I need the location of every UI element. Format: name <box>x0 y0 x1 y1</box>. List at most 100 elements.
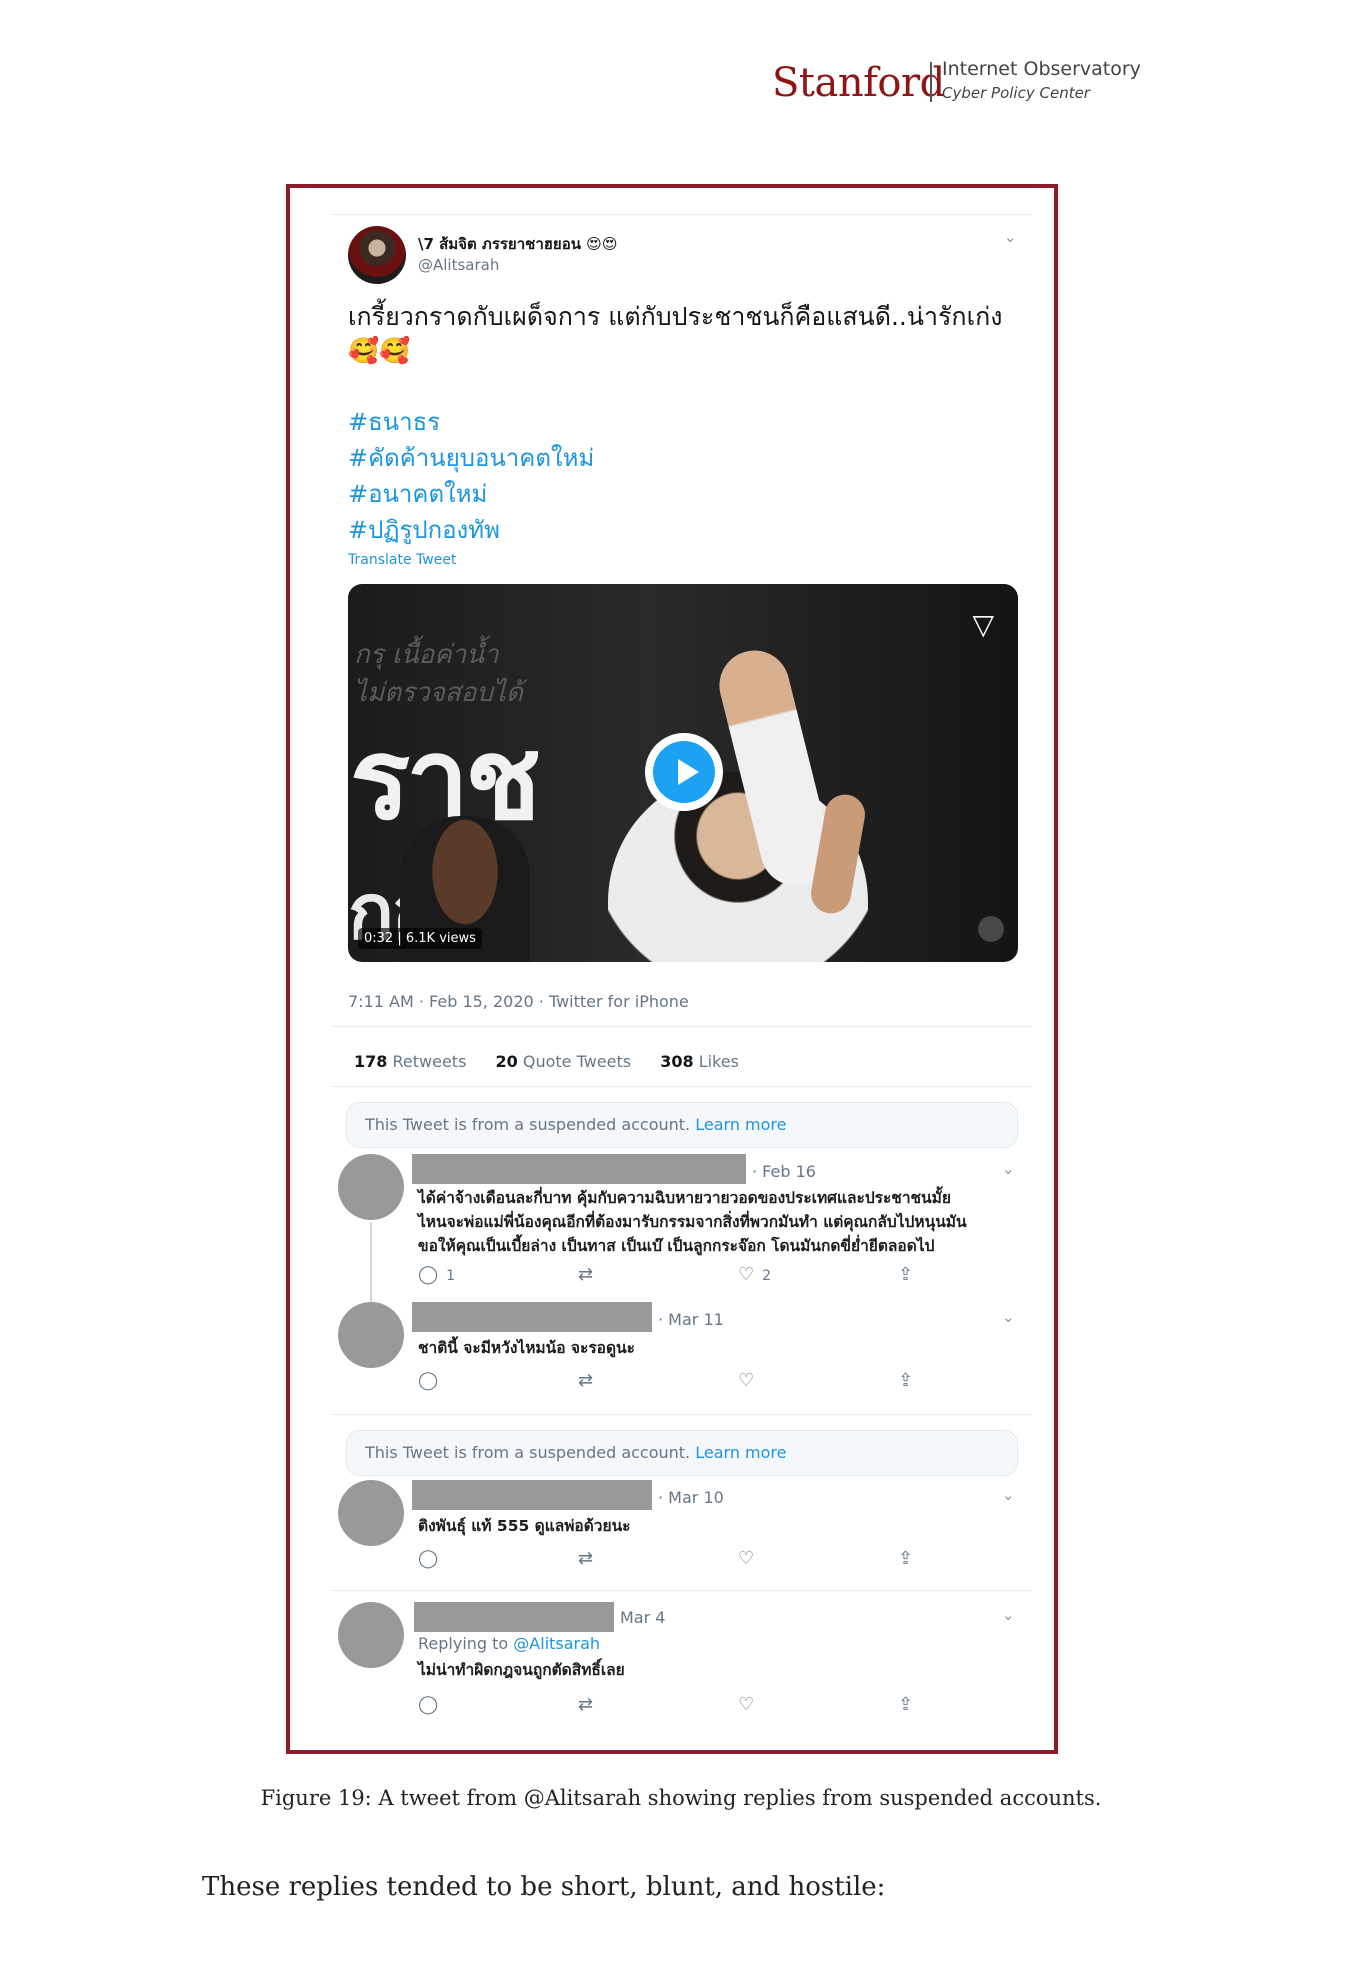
retweet-icon: ⇄ <box>578 1370 594 1391</box>
reply-icon: ◯ <box>418 1548 439 1569</box>
figure-frame: \7 ส้มจิต ภรรยาชาฮยอน 😍😍 @Alitsarah ⌄ เก… <box>286 184 1058 1754</box>
video-player[interactable]: กรุ เนื้อค่าน้ำ ไม่ตรวจสอบได้ ราช กอ พ ▽… <box>348 584 1018 962</box>
suspended-text: This Tweet is from a suspended account. <box>365 1115 691 1134</box>
avatar[interactable] <box>338 1480 404 1546</box>
video-views: 6.1K views <box>405 931 476 946</box>
tweet-screenshot: \7 ส้มจิต ภรรยาชาฮยอน 😍😍 @Alitsarah ⌄ เก… <box>332 188 1032 1748</box>
share-action[interactable]: ⇪ <box>898 1264 913 1285</box>
like-action[interactable]: ♡ <box>738 1370 754 1391</box>
hashtag-link[interactable]: #อนาคตใหม่ <box>348 476 594 512</box>
avatar[interactable] <box>338 1602 404 1668</box>
retweet-icon: ⇄ <box>578 1548 594 1569</box>
heart-icon: ♡ <box>738 1694 755 1715</box>
hashtag-link[interactable]: #คัดค้านยุบอนาคตใหม่ <box>348 440 594 476</box>
suspended-account-notice: This Tweet is from a suspended account. … <box>346 1102 1018 1148</box>
heart-icon: ♡ <box>738 1264 755 1285</box>
retweet-action[interactable]: ⇄ <box>578 1548 593 1569</box>
avatar[interactable] <box>338 1302 404 1368</box>
reply-icon: ◯ <box>418 1694 439 1715</box>
brand-name: Stanford <box>772 60 945 106</box>
reply-action[interactable]: ◯ <box>418 1548 438 1569</box>
reply-date: · Feb 16 <box>752 1162 816 1181</box>
channel-logo-icon: ▽ <box>972 608 994 641</box>
quote-tweets-stat[interactable]: 20 Quote Tweets <box>496 1052 632 1071</box>
suspended-account-notice: This Tweet is from a suspended account. … <box>346 1430 1018 1476</box>
reply-action[interactable]: ◯ <box>418 1694 438 1715</box>
divider <box>332 1590 1032 1591</box>
brand-line-2: Cyber Policy Center <box>942 84 1090 102</box>
quotes-count: 20 <box>495 1052 518 1071</box>
reply-action[interactable]: ◯ 1 <box>418 1264 455 1285</box>
replying-label: Replying to <box>418 1634 509 1653</box>
quotes-label: Quote Tweets <box>522 1052 632 1071</box>
retweet-icon: ⇄ <box>578 1694 594 1715</box>
share-icon: ⇪ <box>898 1264 914 1285</box>
hashtag-link[interactable]: #ธนาธร <box>348 404 594 440</box>
share-action[interactable]: ⇪ <box>898 1694 913 1715</box>
retweet-icon: ⇄ <box>578 1264 594 1285</box>
likes-count: 308 <box>660 1052 694 1071</box>
video-settings-icon[interactable] <box>978 916 1004 942</box>
tweet-stats: 178 Retweets 20 Quote Tweets 308 Likes <box>354 1052 739 1071</box>
share-icon: ⇪ <box>898 1548 914 1569</box>
reply-count: 1 <box>446 1268 456 1284</box>
divider <box>332 1086 1032 1087</box>
retweets-stat[interactable]: 178 Retweets <box>354 1052 466 1071</box>
retweet-action[interactable]: ⇄ <box>578 1370 593 1391</box>
reply-date: · Mar 11 <box>658 1310 724 1329</box>
share-action[interactable]: ⇪ <box>898 1548 913 1569</box>
likes-label: Likes <box>698 1052 739 1071</box>
hashtag-link[interactable]: #ปฏิรูปกองทัพ <box>348 512 594 548</box>
replying-to: Replying to @Alitsarah <box>418 1634 600 1653</box>
redacted-name <box>412 1154 746 1184</box>
reply-text: ชาตินี้ จะมีหวังไหมน้อ จะรอดูนะ <box>418 1339 635 1357</box>
translate-tweet-link[interactable]: Translate Tweet <box>348 552 456 568</box>
suspended-text: This Tweet is from a suspended account. <box>365 1443 691 1462</box>
like-action[interactable]: ♡ <box>738 1548 754 1569</box>
tweet-meta: 7:11 AM · Feb 15, 2020 · Twitter for iPh… <box>348 992 689 1011</box>
faint-line: ไม่ตรวจสอบได้ <box>354 678 523 708</box>
faint-line: กรุ เนื้อค่าน้ำ <box>354 640 499 670</box>
share-icon: ⇪ <box>898 1694 914 1715</box>
heart-icon: ♡ <box>738 1548 755 1569</box>
play-button[interactable] <box>645 733 723 811</box>
avatar[interactable] <box>348 226 406 284</box>
likes-stat[interactable]: 308 Likes <box>660 1052 739 1071</box>
figure-caption: Figure 19: A tweet from @Alitsarah showi… <box>260 1786 1102 1810</box>
reply-action[interactable]: ◯ <box>418 1370 438 1391</box>
replying-to-link[interactable]: @Alitsarah <box>513 1634 600 1653</box>
reply-date: · Mar 10 <box>658 1488 724 1507</box>
badge-separator: | <box>397 931 406 946</box>
user-handle[interactable]: @Alitsarah <box>418 256 499 274</box>
hashtag-list: #ธนาธร #คัดค้านยุบอนาคตใหม่ #อนาคตใหม่ #… <box>348 404 594 548</box>
share-action[interactable]: ⇪ <box>898 1370 913 1391</box>
display-name[interactable]: \7 ส้มจิต ภรรยาชาฮยอน 😍😍 <box>418 232 617 256</box>
redacted-name <box>414 1602 614 1632</box>
chevron-down-icon[interactable]: ⌄ <box>1002 1486 1015 1504</box>
reply-line: ได้ค่าจ้างเดือนละกี่บาท คุ้มกับความฉิบหา… <box>418 1189 951 1207</box>
chevron-down-icon[interactable]: ⌄ <box>1002 1160 1015 1178</box>
divider <box>332 1414 1032 1415</box>
like-action[interactable]: ♡ 2 <box>738 1264 771 1285</box>
play-icon <box>653 741 715 803</box>
retweets-label: Retweets <box>392 1052 467 1071</box>
retweet-action[interactable]: ⇄ <box>578 1264 593 1285</box>
video-duration: 0:32 <box>364 931 394 946</box>
avatar[interactable] <box>338 1154 404 1220</box>
chevron-down-icon[interactable]: ⌄ <box>1002 1308 1015 1326</box>
retweet-action[interactable]: ⇄ <box>578 1694 593 1715</box>
learn-more-link[interactable]: Learn more <box>695 1115 786 1134</box>
reply-line: ขอให้คุณเป็นเบี้ยล่าง เป็นทาส เป็นเบ๊ เป… <box>418 1237 935 1255</box>
divider <box>332 214 1032 215</box>
learn-more-link[interactable]: Learn more <box>695 1443 786 1462</box>
redacted-name <box>412 1302 652 1332</box>
chevron-down-icon[interactable]: ⌄ <box>1002 1606 1015 1624</box>
video-duration-badge: 0:32 | 6.1K views <box>358 928 482 949</box>
chevron-down-icon[interactable]: ⌄ <box>1004 228 1017 246</box>
like-action[interactable]: ♡ <box>738 1694 754 1715</box>
reply-date: Mar 4 <box>620 1608 666 1627</box>
video-overlay-faint-text: กรุ เนื้อค่าน้ำ ไม่ตรวจสอบได้ <box>354 636 523 712</box>
reply-text: ติงพันธุ์ แท้ 555 ดูแลพ่อด้วยนะ <box>418 1517 631 1535</box>
brand-divider <box>930 62 932 102</box>
retweets-count: 178 <box>354 1052 388 1071</box>
